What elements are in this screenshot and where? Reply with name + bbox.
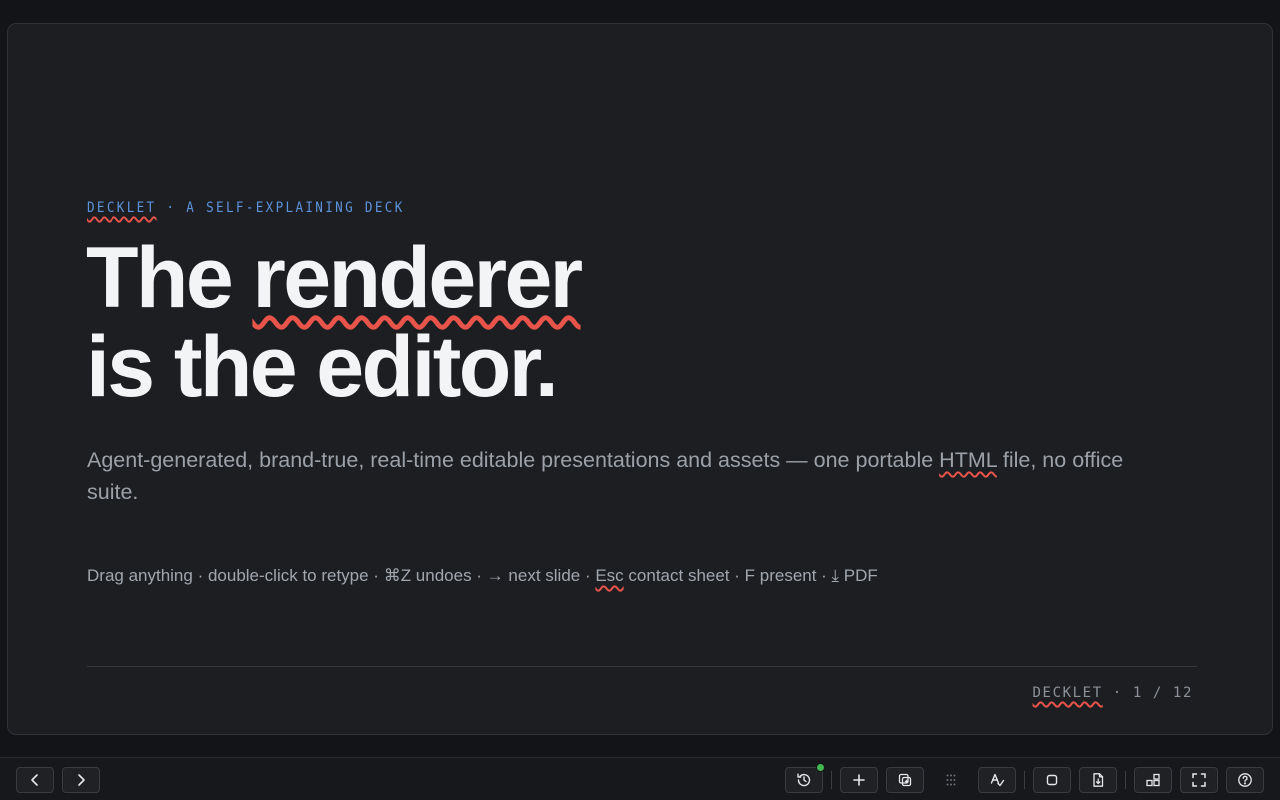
duplicate-slide-button[interactable] <box>886 767 924 793</box>
file-export-icon <box>1093 773 1104 787</box>
slide-eyebrow[interactable]: DECKLET · A SELF-EXPLAINING DECK <box>87 200 405 216</box>
subtitle-html-word: HTML <box>939 448 997 472</box>
title-word-renderer: renderer <box>252 230 583 326</box>
eyebrow-brand: DECKLET <box>87 200 157 216</box>
export-button[interactable] <box>1079 767 1117 793</box>
spellcheck-icon <box>990 773 1005 787</box>
footer-page-counter: · 1 / 12 <box>1102 685 1193 701</box>
slide-hint[interactable]: Drag anything · double-click to retype ·… <box>87 566 878 586</box>
help-icon <box>1238 773 1252 787</box>
toolbar-separator <box>1024 771 1025 789</box>
layout-button[interactable] <box>1134 767 1172 793</box>
title-line-1: The renderer <box>86 234 583 323</box>
fullscreen-icon <box>1192 773 1206 787</box>
grid-button[interactable] <box>932 767 970 793</box>
chevron-left-icon <box>31 774 38 786</box>
toolbar-separator <box>831 771 832 789</box>
toolbar-separator <box>1125 771 1126 789</box>
square-icon <box>1046 774 1058 786</box>
footer-brand: DECKLET <box>1032 685 1103 701</box>
subtitle-text-before: Agent-generated, brand-true, real-time e… <box>87 448 940 472</box>
hint-text-after: contact sheet · F present · ⤓ PDF <box>623 566 878 585</box>
history-icon <box>797 773 811 787</box>
help-button[interactable] <box>1226 767 1264 793</box>
footer-divider <box>87 666 1197 667</box>
slide-title[interactable]: The renderer is the editor. <box>86 234 583 415</box>
hint-text-before: Drag anything · double-click to retype ·… <box>87 566 596 585</box>
slide-footer: DECKLET · 1 / 12 <box>1033 685 1193 701</box>
layout-icon <box>1146 773 1160 787</box>
slide-canvas[interactable]: DECKLET · A SELF-EXPLAINING DECK The ren… <box>7 23 1273 735</box>
bottom-toolbar <box>0 757 1280 800</box>
hint-esc-word: Esc <box>595 566 624 585</box>
grid-dots-icon <box>946 774 956 786</box>
saved-status-dot <box>816 763 825 772</box>
duplicate-icon <box>898 773 912 787</box>
chevron-right-icon <box>78 774 85 786</box>
slide-subtitle[interactable]: Agent-generated, brand-true, real-time e… <box>87 444 1137 508</box>
add-slide-button[interactable] <box>840 767 878 793</box>
prev-slide-button[interactable] <box>16 767 54 793</box>
eyebrow-text: · A SELF-EXPLAINING DECK <box>156 200 405 216</box>
frame-button[interactable] <box>1033 767 1071 793</box>
title-line-2: is the editor. <box>86 319 559 415</box>
plus-icon <box>853 774 865 786</box>
next-slide-button[interactable] <box>62 767 100 793</box>
fullscreen-button[interactable] <box>1180 767 1218 793</box>
spellcheck-button[interactable] <box>978 767 1016 793</box>
title-word-the: The <box>86 230 253 326</box>
